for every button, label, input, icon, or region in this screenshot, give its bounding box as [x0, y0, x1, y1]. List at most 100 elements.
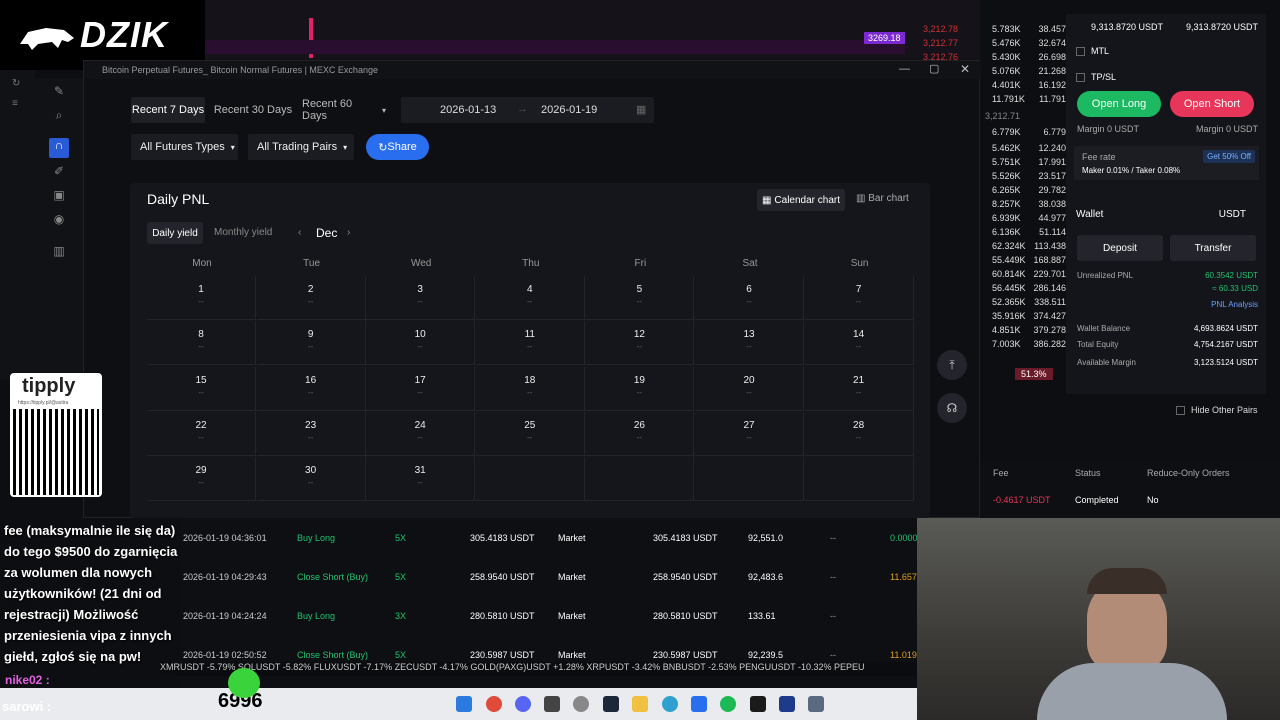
title-bar: Bitcoin Perpetual Futures_ Bitcoin Norma… [84, 61, 981, 79]
close-button[interactable]: ✕ [960, 62, 970, 76]
folder-icon[interactable] [632, 696, 648, 712]
calendar-chart-tab[interactable]: ▦ Calendar chart [757, 189, 845, 211]
left-toolbar: ✎ ⌕ ∩ ✐ ▣ ◉ ▥ [35, 78, 83, 378]
hide-pairs-checkbox[interactable] [1176, 406, 1185, 415]
day-pnl: -- [855, 297, 862, 306]
calendar-day[interactable]: 20 -- [695, 366, 804, 411]
minimize-button[interactable]: — [899, 63, 910, 75]
calendar-day[interactable]: 28 -- [804, 411, 914, 456]
refresh-icon[interactable]: ↻ [12, 78, 20, 89]
trash-icon[interactable]: ▥ [49, 244, 69, 264]
prev-month-icon[interactable]: ‹ [298, 227, 301, 238]
discord-icon[interactable] [515, 696, 531, 712]
calendar-day[interactable]: 27 -- [695, 411, 804, 456]
bar-chart-tab[interactable]: ▥ Bar chart [856, 193, 909, 204]
orderbook-row: 52.365K 338.511 [992, 297, 1066, 307]
calendar-day[interactable]: 6 -- [695, 276, 804, 320]
calendar-day[interactable]: 2 -- [256, 276, 366, 320]
maximize-button[interactable]: ▢ [929, 62, 939, 75]
calendar-day[interactable]: 10 -- [366, 321, 476, 366]
date-range-picker[interactable]: 2026-01-13 → 2026-01-19 ▦ [401, 97, 654, 123]
calendar-day[interactable]: 14 -- [804, 321, 914, 366]
orderbook-total: 32.674 [1038, 38, 1066, 48]
calendar-day[interactable]: 31 -- [366, 457, 476, 502]
obs-icon[interactable] [573, 696, 589, 712]
eye-icon[interactable]: ◉ [49, 212, 69, 232]
exchange-icon[interactable] [779, 696, 795, 712]
calendar-empty-cell [804, 457, 914, 502]
bg-price: 3,212.71 [985, 111, 1021, 121]
app2-icon[interactable] [691, 696, 707, 712]
pencil-icon[interactable]: ✎ [49, 84, 69, 104]
magnet-icon[interactable]: ∩ [49, 138, 69, 158]
notepad-icon[interactable] [808, 696, 824, 712]
browser-icon[interactable] [662, 696, 678, 712]
discount-badge[interactable]: Get 50% Off [1203, 150, 1255, 163]
calendar-day[interactable]: 30 -- [256, 457, 366, 502]
calendar-day[interactable]: 29 -- [147, 457, 256, 502]
calendar-day[interactable]: 9 -- [256, 321, 366, 366]
calendar-day[interactable]: 18 -- [475, 366, 585, 411]
day-number: 14 [853, 329, 865, 341]
day-pnl: -- [417, 432, 423, 442]
pnl-analysis-link[interactable]: PNL Analysis [1211, 300, 1258, 309]
calendar-day[interactable]: 23 -- [256, 411, 366, 456]
mtl-checkbox[interactable] [1076, 47, 1085, 56]
calendar-day[interactable]: 13 -- [695, 321, 804, 366]
daily-yield-tab[interactable]: Daily yield [147, 222, 203, 244]
menu-icon[interactable]: ≡ [12, 98, 18, 109]
open-short-button[interactable]: Open Short [1170, 91, 1254, 117]
currency-select[interactable]: USDT [1219, 209, 1246, 220]
transfer-button[interactable]: Transfer [1170, 235, 1256, 261]
trading-pairs-select[interactable]: All Trading Pairs ▾ [248, 134, 354, 160]
calendar-day[interactable]: 15 -- [147, 366, 256, 411]
range-60-days[interactable]: Recent 60 Days ▾ [302, 97, 386, 123]
calendar-day[interactable]: 26 -- [585, 411, 695, 456]
calendar-day[interactable]: 22 -- [147, 411, 256, 456]
calendar-day[interactable]: 4 -- [475, 276, 585, 320]
support-icon[interactable]: ☊ [937, 393, 967, 423]
day-number: 10 [414, 329, 426, 341]
calendar-day[interactable]: 21 -- [804, 366, 914, 411]
next-month-icon[interactable]: › [347, 227, 350, 238]
tpsl-checkbox[interactable] [1076, 73, 1085, 82]
mexc-icon[interactable] [750, 696, 766, 712]
brush-icon[interactable]: ✐ [49, 164, 69, 184]
calendar-day[interactable]: 19 -- [585, 366, 695, 411]
calendar-day[interactable]: 11 -- [475, 321, 585, 366]
calendar-day[interactable]: 24 -- [366, 411, 476, 456]
date-end[interactable]: 2026-01-19 [541, 104, 597, 116]
calendar-day[interactable]: 1 -- [147, 276, 256, 320]
spotify-icon[interactable] [720, 696, 736, 712]
calendar-day[interactable]: 12 -- [585, 321, 695, 366]
lock-icon[interactable]: ▣ [49, 188, 69, 208]
orderbook-row: 62.324K 113.438 [992, 241, 1066, 251]
calendar-day[interactable]: 25 -- [475, 411, 585, 456]
calendar-day[interactable]: 5 -- [585, 276, 695, 320]
range-30-days[interactable]: Recent 30 Days [213, 97, 293, 123]
scroll-top-button[interactable]: ⤒ [937, 350, 967, 380]
date-start[interactable]: 2026-01-13 [440, 104, 496, 116]
windows-start-icon[interactable] [456, 696, 472, 712]
share-button[interactable]: ↻ Share [366, 134, 429, 160]
steam-icon[interactable] [603, 696, 619, 712]
calendar-day[interactable]: 17 -- [366, 366, 476, 411]
app-icon[interactable] [544, 696, 560, 712]
deposit-button[interactable]: Deposit [1077, 235, 1163, 261]
chrome-icon[interactable] [486, 696, 502, 712]
calendar-day[interactable]: 8 -- [147, 321, 256, 366]
monthly-yield-tab[interactable]: Monthly yield [214, 227, 272, 238]
open-long-button[interactable]: Open Long [1077, 91, 1161, 117]
trade-time: 2026-01-19 04:24:24 [183, 611, 267, 621]
range-7-days[interactable]: Recent 7 Days [131, 97, 205, 123]
orderbook-row: 5.751K 17.991 [992, 157, 1066, 167]
trade-leverage: 3X [395, 611, 407, 621]
trade-filled: 258.9540 USDT [653, 572, 718, 582]
calendar-day[interactable]: 3 -- [366, 276, 476, 320]
calendar-day[interactable]: 16 -- [256, 366, 366, 411]
futures-type-select[interactable]: All Futures Types ▾ [131, 134, 238, 160]
bar-chart-icon: ▥ [856, 193, 869, 204]
calendar-day[interactable]: 7 -- [804, 276, 914, 320]
trade-filled: 280.5810 USDT [653, 611, 718, 621]
zoom-icon[interactable]: ⌕ [49, 108, 69, 128]
